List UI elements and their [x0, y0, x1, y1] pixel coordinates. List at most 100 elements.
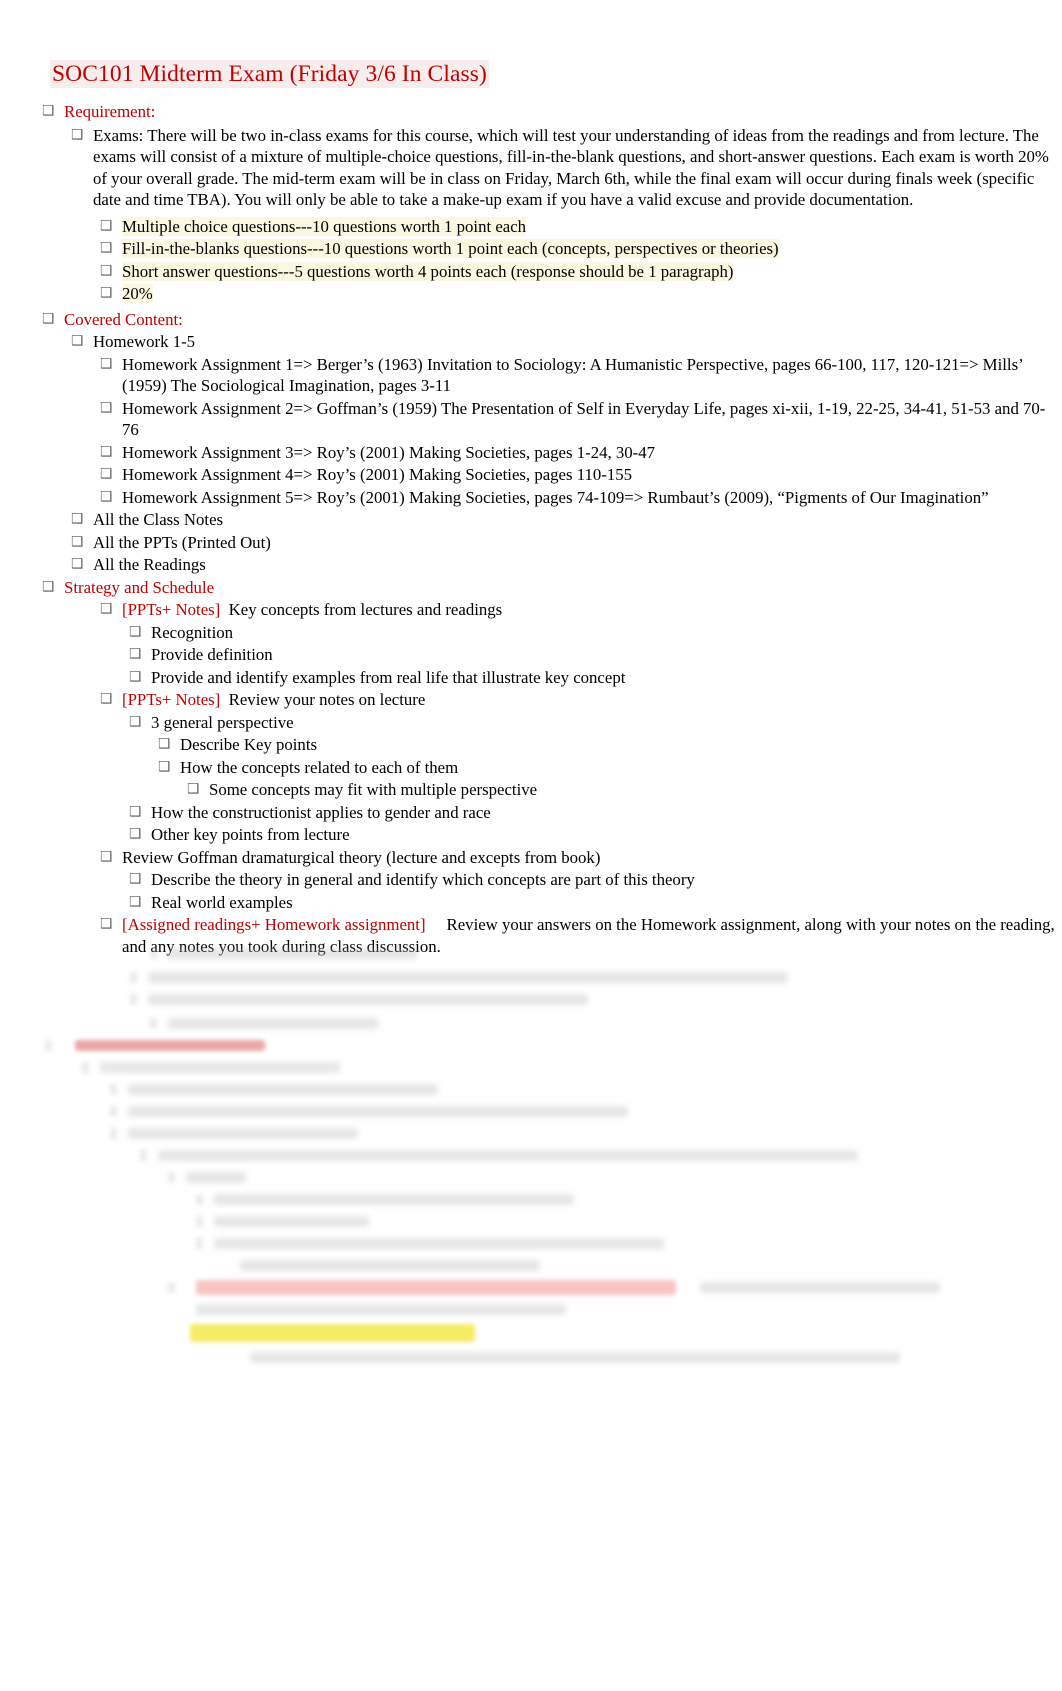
- bullet-icon: ❑: [100, 691, 113, 708]
- list-item-strategy-2-group: ❑ 3 general perspective: [0, 712, 1062, 734]
- homework-assignment-3: Homework Assignment 3=> Roy’s (2001) Mak…: [122, 442, 656, 462]
- bullet-icon: ❑: [100, 488, 113, 505]
- bullet-icon: ❑: [71, 333, 84, 350]
- bullet-icon: ❑: [100, 262, 113, 279]
- breakdown-multiple-choice: Multiple choice questions---10 questions…: [122, 216, 527, 236]
- homework-assignment-4: Homework Assignment 4=> Roy’s (2001) Mak…: [122, 465, 633, 485]
- breakdown-short-answer: Short answer questions---5 questions wor…: [122, 261, 734, 281]
- list-item-strategy-3-child: ❑ Real world examples: [0, 892, 1062, 914]
- list-item-strategy-heading: ❑ Strategy and Schedule: [0, 577, 1062, 599]
- bullet-icon: ❑: [71, 126, 84, 143]
- strategy-1-tag: [PPTs+ Notes]: [122, 600, 221, 620]
- bullet-icon: ❑: [187, 781, 200, 798]
- list-item-strategy-2: ❑ [PPTs+ Notes] Review your notes on lec…: [0, 689, 1062, 711]
- bullet-icon: ❑: [100, 285, 113, 302]
- bullet-icon: ❑: [129, 668, 142, 685]
- bullet-icon: ❑: [42, 310, 55, 327]
- list-item-readings: ❑ All the Readings: [0, 554, 1062, 576]
- breakdown-fill-in-blanks: Fill-in-the-blanks questions---10 questi…: [122, 239, 779, 259]
- strategy-1-provide-definition: Provide definition: [151, 645, 273, 665]
- all-class-notes: All the Class Notes: [93, 510, 224, 530]
- list-item-covered-content-heading: ❑ Covered Content:: [0, 309, 1062, 331]
- list-item-ppts: ❑ All the PPTs (Printed Out): [0, 532, 1062, 554]
- bullet-icon: ❑: [71, 511, 84, 528]
- requirement-heading: Requirement:: [64, 102, 156, 122]
- list-item-strategy-1-child: ❑ Provide definition: [0, 644, 1062, 666]
- exams-paragraph: Exams: There will be two in-class exams …: [93, 125, 1049, 210]
- list-item-strategy-4: ❑ [Assigned readings+ Homework assignmen…: [0, 914, 1062, 957]
- list-item-class-notes: ❑ All the Class Notes: [0, 509, 1062, 531]
- list-item-strategy-3: ❑ Review Goffman dramaturgical theory (l…: [0, 847, 1062, 869]
- bullet-icon: ❑: [42, 103, 55, 120]
- list-item-requirement-heading: ❑ Requirement:: [0, 101, 1062, 123]
- document-body: SOC101 Midterm Exam (Friday 3/6 In Class…: [0, 0, 1062, 958]
- list-item-breakdown: ❑ Fill-in-the-blanks questions---10 ques…: [0, 238, 1062, 260]
- breakdown-percentage: 20%: [122, 284, 153, 304]
- strategy-3-describe-theory: Describe the theory in general and ident…: [151, 870, 695, 890]
- bullet-icon: ❑: [100, 601, 113, 618]
- bullet-icon: ❑: [100, 355, 113, 372]
- bullet-icon: ❑: [129, 826, 142, 843]
- all-ppts: All the PPTs (Printed Out): [93, 532, 271, 552]
- list-item-strategy-1-child: ❑ Recognition: [0, 622, 1062, 644]
- all-readings: All the Readings: [93, 555, 206, 575]
- list-item-breakdown: ❑ 20%: [0, 283, 1062, 305]
- strategy-2-describe-key-points: Describe Key points: [180, 735, 318, 755]
- homework-assignment-5: Homework Assignment 5=> Roy’s (2001) Mak…: [122, 487, 989, 507]
- list-item-homework: ❑ Homework Assignment 3=> Roy’s (2001) M…: [0, 442, 1062, 464]
- strategy-1-recognition: Recognition: [151, 622, 234, 642]
- bullet-icon: ❑: [100, 848, 113, 865]
- bullet-icon: ❑: [100, 443, 113, 460]
- strategy-1-provide-examples: Provide and identify examples from real …: [151, 667, 626, 687]
- strategy-4-tag: [Assigned readings+ Homework assignment]: [122, 915, 426, 935]
- list-item-strategy-1-child: ❑ Provide and identify examples from rea…: [0, 667, 1062, 689]
- strategy-2-other-key-points: Other key points from lecture: [151, 825, 350, 845]
- list-item-strategy-2-sibling: ❑ How the constructionist applies to gen…: [0, 802, 1062, 824]
- bullet-icon: ❑: [129, 871, 142, 888]
- homework-assignment-1: Homework Assignment 1=> Berger’s (1963) …: [122, 354, 1023, 396]
- bullet-icon: ❑: [100, 399, 113, 416]
- bullet-icon: ❑: [100, 916, 113, 933]
- covered-content-heading: Covered Content:: [64, 309, 183, 329]
- bullet-icon: ❑: [100, 217, 113, 234]
- list-item-homework: ❑ Homework Assignment 5=> Roy’s (2001) M…: [0, 487, 1062, 509]
- list-item-homework: ❑ Homework Assignment 1=> Berger’s (1963…: [0, 354, 1062, 397]
- bullet-icon: ❑: [42, 578, 55, 595]
- list-item-strategy-2-sibling: ❑ Other key points from lecture: [0, 824, 1062, 846]
- strategy-heading: Strategy and Schedule: [64, 577, 215, 597]
- list-item-strategy-1: ❑ [PPTs+ Notes] Key concepts from lectur…: [0, 599, 1062, 621]
- list-item-exams-paragraph: ❑ Exams: There will be two in-class exam…: [0, 125, 1062, 211]
- strategy-2-text: Review your notes on lecture: [228, 690, 426, 710]
- list-item-strategy-2-child: ❑ How the concepts related to each of th…: [0, 757, 1062, 779]
- strategy-2-concepts-related: How the concepts related to each of them: [180, 757, 459, 777]
- strategy-2-constructionist: How the constructionist applies to gende…: [151, 802, 491, 822]
- homework-assignment-2: Homework Assignment 2=> Goffman’s (1959)…: [122, 398, 1046, 440]
- faded-illegible-content: [0, 940, 1062, 1363]
- bullet-icon: ❑: [100, 466, 113, 483]
- list-item-breakdown: ❑ Multiple choice questions---10 questio…: [0, 216, 1062, 238]
- bullet-icon: ❑: [158, 758, 171, 775]
- bullet-icon: ❑: [129, 646, 142, 663]
- homework-group-label: Homework 1-5: [93, 332, 196, 352]
- bullet-icon: ❑: [129, 893, 142, 910]
- strategy-3-text: Review Goffman dramaturgical theory (lec…: [122, 847, 601, 867]
- bullet-icon: ❑: [158, 736, 171, 753]
- list-item-strategy-2-child: ❑ Describe Key points: [0, 734, 1062, 756]
- list-item-strategy-2-grandchild: ❑ Some concepts may fit with multiple pe…: [0, 779, 1062, 801]
- bullet-icon: ❑: [129, 713, 142, 730]
- strategy-3-real-world-examples: Real world examples: [151, 892, 293, 912]
- document-page: SOC101 Midterm Exam (Friday 3/6 In Class…: [0, 0, 1062, 1691]
- page-title: SOC101 Midterm Exam (Friday 3/6 In Class…: [0, 0, 1062, 89]
- strategy-2-multiple-perspective: Some concepts may fit with multiple pers…: [209, 780, 538, 800]
- bullet-icon: ❑: [129, 623, 142, 640]
- strategy-2-group-label: 3 general perspective: [151, 712, 294, 732]
- list-item-homework: ❑ Homework Assignment 2=> Goffman’s (195…: [0, 398, 1062, 441]
- page-title-text: SOC101 Midterm Exam (Friday 3/6 In Class…: [50, 60, 489, 88]
- strategy-2-tag: [PPTs+ Notes]: [122, 690, 221, 710]
- bullet-icon: ❑: [71, 556, 84, 573]
- strategy-1-text: Key concepts from lectures and readings: [228, 600, 503, 620]
- list-item-breakdown: ❑ Short answer questions---5 questions w…: [0, 261, 1062, 283]
- bullet-icon: ❑: [129, 803, 142, 820]
- list-item-homework: ❑ Homework Assignment 4=> Roy’s (2001) M…: [0, 464, 1062, 486]
- list-item-homework-group: ❑ Homework 1-5: [0, 331, 1062, 353]
